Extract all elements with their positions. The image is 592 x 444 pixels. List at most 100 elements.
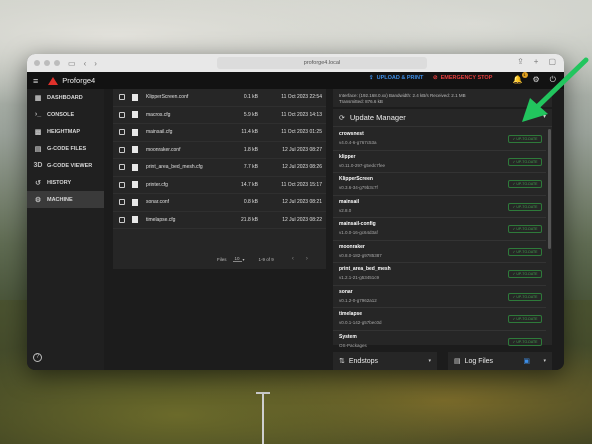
annotation-arrow-icon	[522, 57, 589, 122]
chevron-down-icon: ▾	[242, 256, 245, 262]
up-to-date-button[interactable]: ✓ UP-TO-DATE	[508, 270, 542, 278]
endstops-title: Endstops	[348, 357, 379, 365]
up-to-date-button[interactable]: ✓ UP-TO-DATE	[508, 315, 542, 323]
up-to-date-button[interactable]: ✓ UP-TO-DATE	[508, 135, 542, 143]
row-checkbox[interactable]	[119, 216, 125, 223]
files-per-page-select[interactable]: 10	[232, 256, 242, 262]
sidebar: ▦ DASHBOARD ›_ CONSOLE ▩ HEIGHTMAP ▤ G-C…	[27, 89, 104, 370]
upload-print-button[interactable]: ⇪ UPLOAD & PRINT	[369, 75, 423, 81]
file-name: mainsail.cfg	[146, 129, 173, 136]
files-pagination: Files 10 ▾ 1-9 of 9 ‹ ›	[113, 249, 326, 269]
chevron-down-icon[interactable]: ▾	[428, 358, 431, 364]
file-date: 11 Oct 2023 15:17	[281, 181, 322, 188]
file-date: 11 Oct 2023 22:54	[281, 94, 322, 101]
file-size: 1.8 kB	[243, 146, 258, 153]
up-to-date-button[interactable]: ✓ UP-TO-DATE	[508, 202, 542, 211]
endstops-icon: ⇅	[339, 358, 345, 365]
update-icon: ⟳	[339, 114, 345, 122]
sidebar-item-label: CONSOLE	[47, 111, 75, 118]
file-date: 12 Jul 2023 08:21	[282, 199, 322, 206]
close-window-button[interactable]	[34, 60, 40, 66]
update-list-scrollbar[interactable]	[548, 129, 551, 249]
file-size: 0.1 kB	[243, 94, 258, 101]
row-checkbox[interactable]	[119, 94, 125, 101]
menu-icon[interactable]: ≡	[33, 76, 38, 86]
list-item: timelapse v0.0.1-142-g57bec0d ✓ UP-TO-DA…	[333, 308, 546, 331]
file-size: 11.4 kB	[241, 129, 258, 136]
list-item: System OS-Packages ✓ UP-TO-DATE	[333, 331, 546, 354]
up-to-date-label: UP-TO-DATE	[516, 294, 538, 299]
emergency-stop-button[interactable]: ⊘ EMERGENCY STOP	[433, 75, 492, 81]
file-date: 12 Jul 2023 08:27	[282, 146, 322, 153]
table-row[interactable]: print_area_bed_mesh.cfg 7.7 kB 12 Jul 20…	[113, 159, 326, 177]
file-name: macros.cfg	[146, 111, 171, 118]
up-to-date-button[interactable]: ✓ UP-TO-DATE	[508, 247, 542, 256]
wallpaper-pole	[262, 392, 264, 444]
row-checkbox[interactable]	[119, 146, 125, 153]
document-icon[interactable]: ▣	[523, 357, 530, 365]
table-row[interactable]: mainsail.cfg 11.4 kB 11 Oct 2023 01:25	[113, 124, 326, 142]
up-to-date-label: UP-TO-DATE	[516, 339, 538, 344]
files-icon: ▤	[34, 145, 42, 153]
file-icon	[132, 146, 138, 154]
sidebar-item-label: G-CODE VIEWER	[47, 162, 93, 169]
sidebar-item-history[interactable]: ↺ HISTORY	[27, 174, 104, 191]
table-row[interactable]: printer.cfg 14.7 kB 11 Oct 2023 15:17	[113, 177, 326, 194]
endstops-panel[interactable]: ⇅ Endstops ▾	[333, 352, 437, 370]
file-icon	[132, 198, 138, 206]
sidebar-item-dashboard[interactable]: ▦ DASHBOARD	[27, 89, 104, 106]
file-icon	[132, 181, 138, 189]
up-to-date-button[interactable]: ✓ UP-TO-DATE	[508, 157, 542, 166]
table-row[interactable]: KlipperScreen.conf 0.1 kB 11 Oct 2023 22…	[113, 89, 326, 107]
url-bar[interactable]: proforge4.local	[217, 57, 427, 69]
sidebar-item-heightmap[interactable]: ▩ HEIGHTMAP	[27, 123, 104, 140]
forward-icon[interactable]: ›	[94, 59, 97, 68]
emergency-stop-label: EMERGENCY STOP	[440, 75, 493, 81]
row-checkbox[interactable]	[119, 181, 125, 188]
update-manager-panel: ⟳ Update Manager ↻ ▾ crowsnest v4.0.4-6-…	[333, 109, 552, 348]
update-list: crowsnest v4.0.4-6-g767c53a ✓ UP-TO-DATE…	[333, 128, 546, 353]
help-icon[interactable]: ?	[33, 353, 42, 362]
table-row[interactable]: timelapse.cfg 21.8 kB 12 Jul 2023 08:22	[113, 212, 326, 229]
prev-page-icon[interactable]: ‹	[292, 256, 294, 262]
chevron-down-icon[interactable]: ▾	[543, 358, 546, 364]
next-page-icon[interactable]: ›	[306, 256, 308, 262]
maximize-window-button[interactable]	[54, 60, 60, 66]
main-content: KlipperScreen.conf 0.1 kB 11 Oct 2023 22…	[104, 89, 564, 370]
row-checkbox[interactable]	[119, 129, 125, 136]
sidebar-item-machine[interactable]: ⚙ MACHINE	[27, 191, 104, 208]
up-to-date-button[interactable]: ✓ UP-TO-DATE	[508, 180, 542, 188]
sidebar-item-console[interactable]: ›_ CONSOLE	[27, 106, 104, 123]
files-range: 1-9 of 9	[258, 256, 274, 262]
minimize-window-button[interactable]	[44, 60, 50, 66]
row-checkbox[interactable]	[119, 199, 125, 206]
back-icon[interactable]: ‹	[84, 59, 87, 68]
files-per-page-label: Files	[217, 256, 227, 262]
log-files-panel[interactable]: ▤ Log Files ▣ ▾	[448, 352, 552, 370]
up-to-date-button[interactable]: ✓ UP-TO-DATE	[508, 292, 542, 301]
sidebar-item-gcode-files[interactable]: ▤ G-CODE FILES	[27, 140, 104, 157]
browser-window: ▭ ‹ › proforge4.local ⇪ + ▢ ≡ Proforge4 …	[27, 54, 564, 370]
list-item: sonar v0.1.2-0-g7962a12 ✓ UP-TO-DATE	[333, 286, 546, 308]
file-date: 12 Jul 2023 08:22	[282, 216, 322, 223]
app-title: Proforge4	[62, 76, 96, 85]
up-to-date-label: UP-TO-DATE	[516, 272, 538, 276]
up-to-date-label: UP-TO-DATE	[516, 137, 538, 141]
file-size: 0.8 kB	[243, 199, 258, 206]
up-to-date-button[interactable]: ✓ UP-TO-DATE	[508, 337, 542, 346]
row-checkbox[interactable]	[119, 111, 125, 118]
table-row[interactable]: moonraker.conf 1.8 kB 12 Jul 2023 08:27	[113, 142, 326, 159]
file-icon	[132, 93, 138, 101]
list-item: mainsail v2.8.0 ✓ UP-TO-DATE	[333, 196, 546, 218]
row-checkbox[interactable]	[119, 164, 125, 171]
stop-icon: ⊘	[433, 75, 438, 81]
table-row[interactable]: macros.cfg 5.9 kB 11 Oct 2023 14:13	[113, 107, 326, 124]
right-column: Interface: (192.168.0.xx) Bandwidth: 2.4…	[333, 89, 552, 370]
up-to-date-button[interactable]: ✓ UP-TO-DATE	[508, 225, 542, 233]
machine-icon: ⚙	[34, 196, 42, 204]
file-name: KlipperScreen.conf	[146, 94, 189, 101]
sidebar-item-gcode-viewer[interactable]: 3D G-CODE VIEWER	[27, 157, 104, 174]
table-row[interactable]: sonar.conf 0.8 kB 12 Jul 2023 08:21	[113, 194, 326, 212]
sidebar-toggle-icon[interactable]: ▭	[68, 59, 76, 68]
app-bar: ≡ Proforge4 ⇪ UPLOAD & PRINT ⊘ EMERGENCY…	[27, 72, 564, 89]
